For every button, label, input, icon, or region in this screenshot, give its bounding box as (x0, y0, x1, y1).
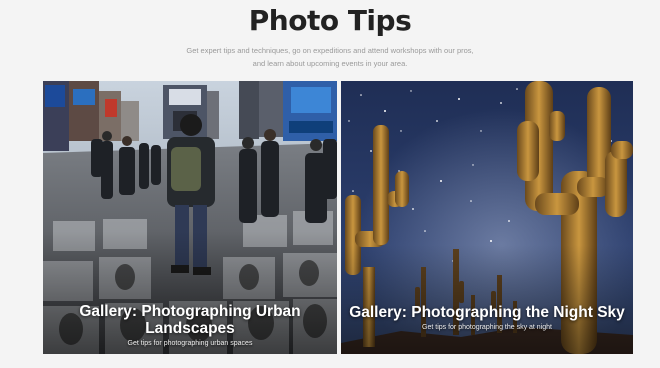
urban-gallery-card[interactable]: Gallery: Photographing Urban Landscapes … (43, 81, 337, 354)
card-title[interactable]: Gallery: Photographing the Night Sky (341, 304, 633, 321)
night-sky-gallery-card[interactable]: Gallery: Photographing the Night Sky Get… (341, 81, 633, 354)
card-subtitle: Get tips for photographing urban spaces (127, 340, 253, 347)
page-title: Photo Tips (248, 4, 412, 37)
card-title[interactable]: Gallery: Photographing Urban Landscapes (43, 303, 337, 337)
card-subtitle: Get tips for photographing the sky at ni… (422, 324, 552, 331)
page-subtitle: Get expert tips and techniques, go on ex… (186, 46, 474, 68)
